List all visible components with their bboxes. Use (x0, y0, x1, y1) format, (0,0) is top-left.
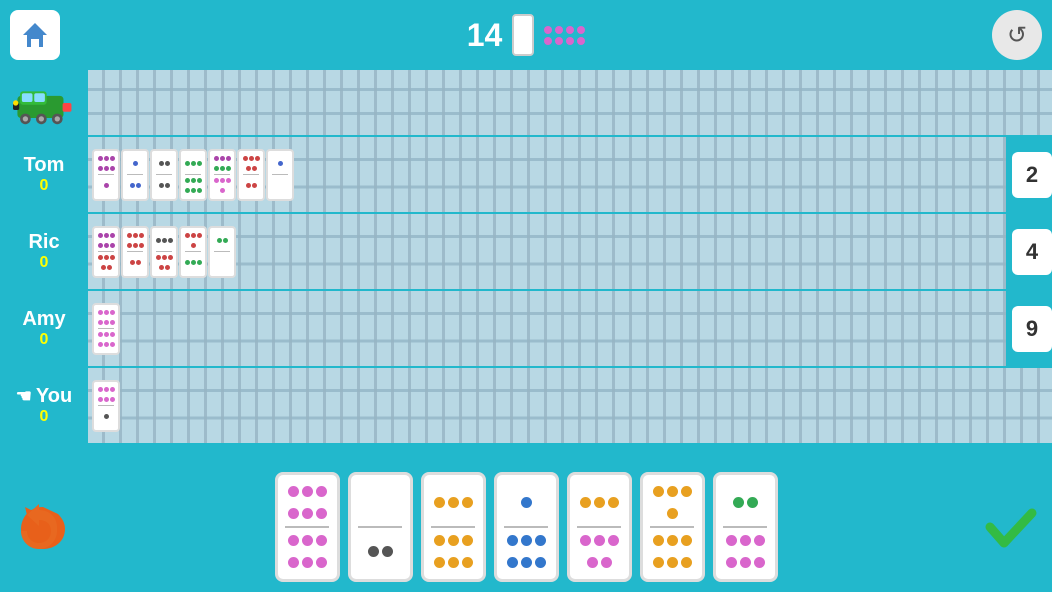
player-info-amy: Amy 0 (0, 308, 88, 349)
player-name-you: You (36, 385, 72, 408)
score-badge-tom: 2 (1012, 152, 1052, 198)
hand-tile-4[interactable] (494, 472, 559, 582)
domino (150, 226, 178, 278)
domino (92, 303, 120, 355)
player-row-you: ☚ You 0 (0, 368, 1052, 443)
player-name-amy: Amy (22, 308, 65, 331)
domino (121, 149, 149, 201)
confirm-button[interactable] (977, 495, 1042, 560)
hand-tile-5[interactable] (567, 472, 632, 582)
domino (121, 226, 149, 278)
hand-tiles (275, 472, 778, 582)
player-score-tom: 0 (40, 177, 49, 195)
top-bar: 14 ↺ (0, 0, 1052, 70)
player-name-tom: Tom (24, 154, 65, 177)
domino (92, 149, 120, 201)
train-info (0, 75, 88, 130)
domino (92, 380, 120, 432)
hand-tile-2[interactable] (348, 472, 413, 582)
hand-tile-7[interactable] (713, 472, 778, 582)
player-info-tom: Tom 0 (0, 154, 88, 195)
undo-button[interactable] (10, 495, 75, 560)
train-track (88, 70, 1052, 135)
center-domino-display (544, 26, 585, 45)
home-button[interactable] (10, 10, 60, 60)
domino (208, 149, 236, 201)
player-row-ric: Ric 0 (0, 214, 1052, 289)
you-indicator: ☚ (16, 386, 32, 407)
player-name-ric: Ric (28, 231, 59, 254)
player-row-tom: Tom 0 (0, 137, 1052, 212)
player-row-amy: Amy 0 (0, 291, 1052, 366)
domino (179, 149, 207, 201)
rail-track-you (88, 368, 1052, 443)
domino (150, 149, 178, 201)
hand-tile-3[interactable] (421, 472, 486, 582)
hand-tile-1[interactable] (275, 472, 340, 582)
player-score-amy: 0 (40, 331, 49, 349)
player-info-you: ☚ You 0 (0, 385, 88, 426)
rail-track-ric (88, 214, 1006, 289)
game-container: 14 ↺ (0, 0, 1052, 592)
score-badge-ric: 4 (1012, 229, 1052, 275)
domino (208, 226, 236, 278)
domino (92, 226, 120, 278)
hand-tile-6[interactable] (640, 472, 705, 582)
domino (237, 149, 265, 201)
rail-track-tom (88, 137, 1006, 212)
current-tile-preview (512, 14, 534, 56)
center-score-area: 14 (467, 14, 586, 56)
domino (179, 226, 207, 278)
tile-count: 14 (467, 17, 503, 54)
play-area: Tom 0 (0, 70, 1052, 462)
train-icon (13, 75, 75, 130)
rail-track-amy (88, 291, 1006, 366)
train-row (0, 70, 1052, 135)
refresh-button[interactable]: ↺ (992, 10, 1042, 60)
domino (266, 149, 294, 201)
score-badge-amy: 9 (1012, 306, 1052, 352)
player-score-ric: 0 (40, 254, 49, 272)
player-score-you: 0 (40, 408, 49, 426)
bottom-area (0, 462, 1052, 592)
player-info-ric: Ric 0 (0, 231, 88, 272)
